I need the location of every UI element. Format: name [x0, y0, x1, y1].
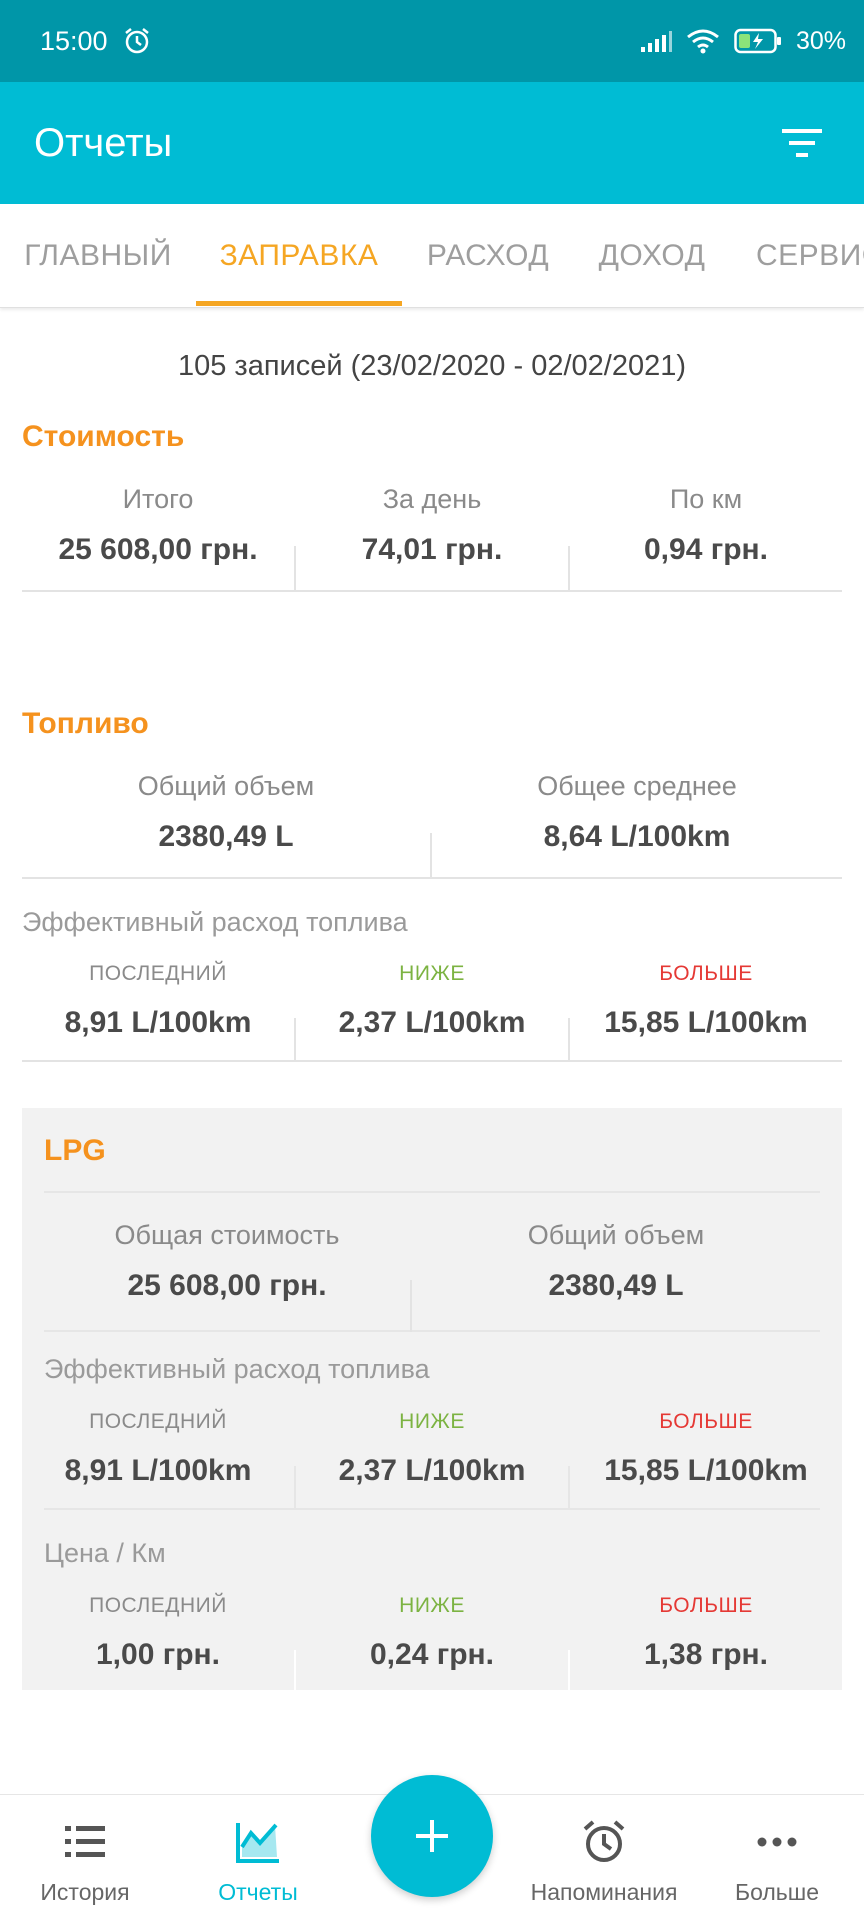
lpg-eff-last-value: 8,91 L/100km	[64, 1454, 252, 1487]
list-icon	[63, 1817, 107, 1867]
nav-history[interactable]: История	[0, 1795, 170, 1920]
cost-section-title: Стоимость	[22, 420, 185, 453]
lpg-card: LPG Общая стоимость 25 608,00 грн. Общий…	[22, 1108, 842, 1690]
plus-icon	[416, 1820, 448, 1852]
cost-per-km-value: 0,94 грн.	[644, 533, 768, 566]
nav-reports-label: Отчеты	[218, 1879, 298, 1905]
nav-reports[interactable]: Отчеты	[173, 1795, 343, 1920]
lpg-stats-row: Общая стоимость 25 608,00 грн. Общий объ…	[44, 1218, 820, 1332]
fuel-section-title: Топливо	[22, 707, 149, 740]
fuel-volume-value: 2380,49 L	[158, 820, 294, 853]
nav-history-label: История	[40, 1879, 130, 1905]
lpg-price-last-value: 1,00 грн.	[96, 1638, 220, 1671]
tab-expense[interactable]: РАСХОД	[402, 204, 574, 307]
filter-button[interactable]	[772, 113, 832, 173]
lpg-eff-last-label: ПОСЛЕДНИЙ	[89, 1410, 227, 1433]
status-bar: 15:00 30%	[0, 0, 864, 82]
lpg-cost-label: Общая стоимость	[114, 1220, 340, 1250]
tab-indicator	[196, 301, 402, 306]
fuel-stats-row: Общий объем 2380,49 L Общее среднее 8,64…	[22, 767, 842, 879]
tab-bar: ГЛАВНЫЙ ЗАПРАВКА РАСХОД ДОХОД СЕРВИС	[0, 204, 864, 308]
filter-icon	[782, 129, 822, 157]
status-time: 15:00	[40, 25, 108, 56]
lpg-eff-low-value: 2,37 L/100km	[338, 1454, 526, 1487]
lpg-title: LPG	[44, 1134, 106, 1167]
app-bar: Отчеты	[0, 82, 864, 204]
tab-main[interactable]: ГЛАВНЫЙ	[0, 204, 196, 307]
lpg-price-low-value: 0,24 грн.	[370, 1638, 494, 1671]
nav-more[interactable]: Больше	[692, 1795, 862, 1920]
lpg-eff-high-value: 15,85 L/100km	[604, 1454, 808, 1487]
lpg-price-row: ПОСЛЕДНИЙ 1,00 грн. НИЖЕ 0,24 грн. БОЛЬШ…	[22, 1592, 842, 1690]
chart-icon	[235, 1817, 281, 1867]
fuel-volume-label: Общий объем	[137, 771, 315, 801]
fuel-eff-last-label: ПОСЛЕДНИЙ	[89, 962, 227, 985]
lpg-cost-value: 25 608,00 грн.	[127, 1269, 327, 1302]
wifi-icon	[686, 28, 720, 54]
lpg-price-last-label: ПОСЛЕДНИЙ	[89, 1594, 227, 1617]
fuel-average-value: 8,64 L/100km	[543, 820, 731, 853]
nav-reminders[interactable]: Напоминания	[519, 1795, 689, 1920]
divider	[44, 1191, 820, 1193]
fuel-efficiency-title: Эффективный расход топлива	[22, 907, 408, 937]
divider	[44, 1508, 820, 1510]
lpg-volume-label: Общий объем	[527, 1220, 705, 1250]
battery-icon	[734, 28, 782, 54]
cost-per-day-label: За день	[382, 484, 482, 514]
fuel-eff-low-label: НИЖЕ	[399, 962, 465, 985]
lpg-eff-low-label: НИЖЕ	[399, 1410, 465, 1433]
lpg-eff-high-label: БОЛЬШЕ	[659, 1410, 753, 1433]
cost-per-day-value: 74,01 грн.	[361, 533, 503, 566]
fuel-eff-low-value: 2,37 L/100km	[338, 1006, 526, 1039]
fuel-average-label: Общее среднее	[537, 771, 737, 801]
tab-income[interactable]: ДОХОД	[574, 204, 730, 307]
more-icon	[757, 1817, 797, 1867]
alarm-status-icon	[122, 26, 152, 56]
lpg-efficiency-row: ПОСЛЕДНИЙ 8,91 L/100km НИЖЕ 2,37 L/100km…	[22, 1408, 842, 1510]
page-title: Отчеты	[34, 120, 173, 165]
lpg-price-high-value: 1,38 грн.	[644, 1638, 768, 1671]
fuel-eff-high-value: 15,85 L/100km	[604, 1006, 808, 1039]
tab-service[interactable]: СЕРВИС	[730, 204, 864, 307]
cost-total-value: 25 608,00 грн.	[58, 533, 258, 566]
fuel-efficiency-row: ПОСЛЕДНИЙ 8,91 L/100km НИЖЕ 2,37 L/100km…	[22, 960, 842, 1062]
lpg-price-high-label: БОЛЬШЕ	[659, 1594, 753, 1617]
fuel-eff-high-label: БОЛЬШЕ	[659, 962, 753, 985]
signal-icon	[640, 29, 672, 53]
cost-stats-row: Итого 25 608,00 грн. За день 74,01 грн. …	[22, 480, 842, 592]
nav-more-label: Больше	[734, 1879, 820, 1905]
add-button[interactable]	[371, 1775, 493, 1897]
cost-total-label: Итого	[122, 484, 194, 514]
lpg-price-title: Цена / Км	[44, 1538, 166, 1568]
lpg-price-low-label: НИЖЕ	[399, 1594, 465, 1617]
cost-per-km-label: По км	[669, 484, 743, 514]
battery-percent: 30%	[795, 26, 846, 55]
nav-reminders-label: Напоминания	[530, 1879, 678, 1905]
fuel-eff-last-value: 8,91 L/100km	[64, 1006, 252, 1039]
lpg-efficiency-title: Эффективный расход топлива	[44, 1354, 430, 1384]
alarm-icon	[581, 1817, 627, 1867]
lpg-volume-value: 2380,49 L	[548, 1269, 684, 1302]
records-summary: 105 записей (23/02/2020 - 02/02/2021)	[177, 350, 687, 382]
tab-refueling[interactable]: ЗАПРАВКА	[196, 204, 402, 307]
